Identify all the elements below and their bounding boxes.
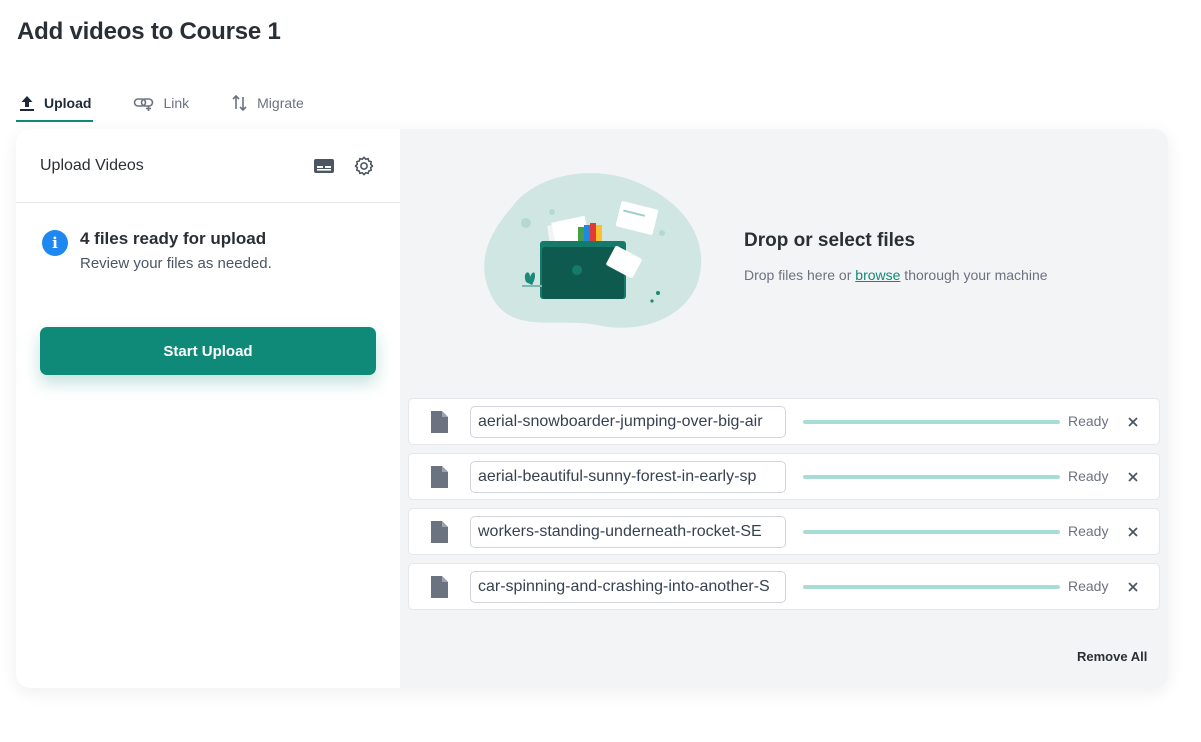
progress-fill — [803, 475, 1060, 479]
file-row: Ready — [408, 508, 1160, 555]
migrate-icon — [231, 93, 249, 113]
tab-bar: Upload Link Migrate — [16, 84, 344, 122]
remove-file-close-icon[interactable] — [1125, 524, 1141, 540]
upload-progress-bar — [803, 530, 1060, 534]
page-title: Add videos to Course 1 — [17, 18, 281, 45]
file-status: Ready — [1068, 468, 1109, 484]
captions-icon[interactable] — [312, 154, 336, 178]
drop-instructions: Drop files here or browse thorough your … — [744, 267, 1048, 283]
info-icon: i — [42, 230, 68, 256]
file-name-input[interactable] — [470, 461, 786, 493]
remove-file-close-icon[interactable] — [1125, 414, 1141, 430]
file-row: Ready — [408, 398, 1160, 445]
remove-file-close-icon[interactable] — [1125, 469, 1141, 485]
upload-progress-bar — [803, 585, 1060, 589]
ready-title: 4 files ready for upload — [80, 229, 267, 248]
file-status: Ready — [1068, 413, 1109, 429]
ready-subtitle: Review your files as needed. — [80, 255, 272, 272]
upload-progress-bar — [803, 475, 1060, 479]
drop-zone[interactable]: Drop or select files Drop files here or … — [400, 129, 1168, 389]
file-icon — [429, 465, 449, 494]
file-name-input[interactable] — [470, 516, 786, 548]
file-row: Ready — [408, 563, 1160, 610]
file-icon — [429, 410, 449, 439]
progress-fill — [803, 530, 1060, 534]
upload-icon — [18, 94, 36, 112]
file-status: Ready — [1068, 578, 1109, 594]
browse-link[interactable]: browse — [855, 267, 900, 283]
tab-label: Upload — [44, 95, 92, 111]
file-list: Ready Ready Ready Ready — [408, 398, 1160, 618]
ready-notice: i 4 files ready for upload Review your f… — [42, 229, 272, 272]
progress-fill — [803, 420, 1060, 424]
file-status: Ready — [1068, 523, 1109, 539]
settings-icon[interactable] — [352, 154, 376, 178]
tab-link[interactable]: Link — [131, 84, 191, 122]
start-upload-button[interactable]: Start Upload — [40, 327, 376, 375]
drop-title: Drop or select files — [744, 230, 916, 251]
file-icon — [429, 520, 449, 549]
tab-label: Link — [163, 95, 190, 111]
panel-header: Upload Videos — [16, 129, 400, 203]
remove-all-button[interactable]: Remove All — [1077, 649, 1147, 664]
file-icon — [429, 575, 449, 604]
remove-file-close-icon[interactable] — [1125, 579, 1141, 595]
file-name-input[interactable] — [470, 571, 786, 603]
upload-progress-bar — [803, 420, 1060, 424]
tab-migrate[interactable]: Migrate — [229, 84, 306, 122]
link-icon — [133, 94, 155, 112]
file-name-input[interactable] — [470, 406, 786, 438]
folder-illustration — [482, 167, 706, 342]
tab-label: Migrate — [257, 95, 304, 111]
tab-upload[interactable]: Upload — [16, 84, 94, 122]
file-row: Ready — [408, 453, 1160, 500]
upload-panel: Upload Videos i 4 files ready for upload… — [16, 129, 400, 688]
panel-title: Upload Videos — [40, 156, 144, 174]
progress-fill — [803, 585, 1060, 589]
